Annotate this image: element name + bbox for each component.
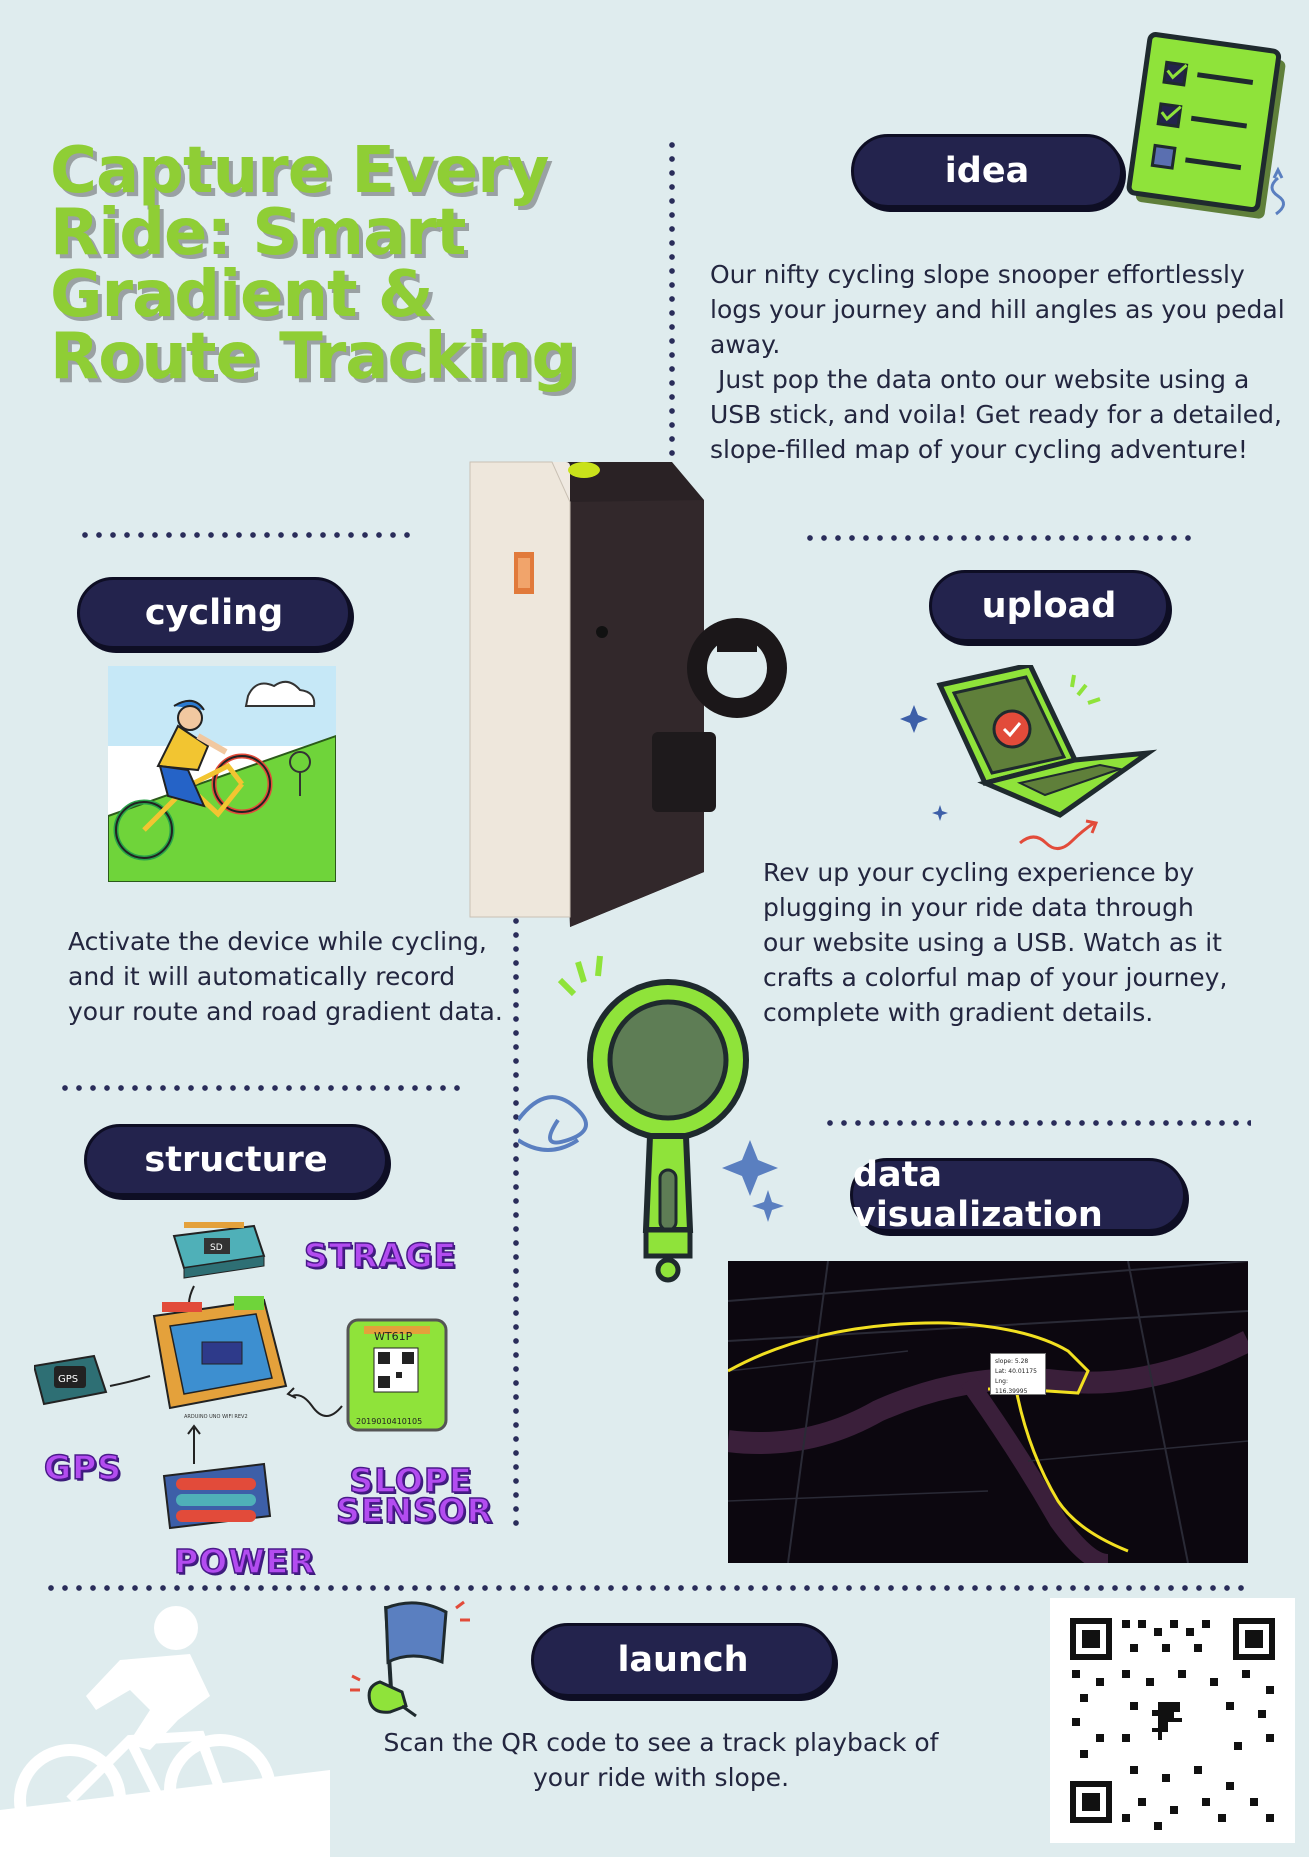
gps-label: GPS [43, 1447, 123, 1488]
route-map[interactable]: slope: 5.28 Lat: 40.01175 Lng: 116.39995 [728, 1261, 1248, 1563]
idea-text-1: Our nifty cycling slope snooper effortle… [710, 260, 1285, 359]
tooltip-lat: Lat: 40.01175 [995, 1368, 1037, 1375]
divider [44, 1585, 1244, 1591]
divider [823, 1120, 1251, 1126]
page-title: Capture Every Ride: Smart Gradient & Rou… [50, 134, 577, 394]
arduino-board-icon: ARDUINO UNO WIFI REV2 [152, 1296, 288, 1420]
divider [669, 138, 675, 468]
cycling-illustration [108, 666, 336, 882]
section-label-upload: upload [929, 570, 1169, 642]
divider [803, 535, 1197, 541]
route-map-canvas [728, 1261, 1248, 1563]
section-label-data-visualization: data visualization [850, 1155, 1186, 1235]
slope-sensor-label: SLOPE SENSOR [335, 1461, 494, 1530]
map-tooltip: slope: 5.28 Lat: 40.01175 Lng: 116.39995 [990, 1353, 1046, 1395]
gps-chip-label: GPS [58, 1374, 78, 1385]
power-label: POWER [173, 1541, 316, 1582]
battery-pack-icon [162, 1462, 272, 1530]
section-label-structure: structure [84, 1124, 388, 1196]
laptop-icon [900, 665, 1158, 850]
divider [58, 1085, 468, 1091]
sd-chip-label: SD [210, 1243, 223, 1253]
idea-description: Our nifty cycling slope snooper effortle… [710, 257, 1285, 467]
qr-code[interactable] [1050, 1598, 1295, 1843]
slope-sensor-icon: WT61P 2019010410105 [346, 1318, 448, 1432]
idea-text-2: Just pop the data onto our website using… [710, 365, 1290, 464]
magnifier-icon [518, 955, 784, 1283]
upload-description: Rev up your cycling experience by pluggi… [763, 858, 1228, 1027]
storage-board-icon: SD [172, 1222, 266, 1279]
tooltip-lng: Lng: 116.39995 [995, 1378, 1028, 1395]
divider [78, 532, 414, 538]
tooltip-slope: slope: 5.28 [995, 1358, 1029, 1365]
board-label: ARDUINO UNO WIFI REV2 [184, 1414, 248, 1420]
sensor-model: WT61P [374, 1330, 413, 1343]
checklist-icon [1126, 32, 1286, 219]
cyclist-silhouette-icon [0, 1606, 330, 1857]
flag-icon [350, 1600, 470, 1718]
section-label-idea: idea [851, 134, 1123, 208]
sensor-serial: 2019010410105 [356, 1417, 422, 1426]
qr-code-pattern [1070, 1618, 1275, 1830]
cycling-description: Activate the device while cycling, and i… [68, 927, 503, 1026]
section-label-cycling: cycling [77, 577, 351, 649]
section-label-launch: launch [531, 1623, 835, 1697]
gps-module-icon: GPS [34, 1354, 108, 1406]
storage-label: STRAGE [303, 1235, 457, 1276]
launch-description: Scan the QR code to see a track playback… [383, 1728, 939, 1792]
